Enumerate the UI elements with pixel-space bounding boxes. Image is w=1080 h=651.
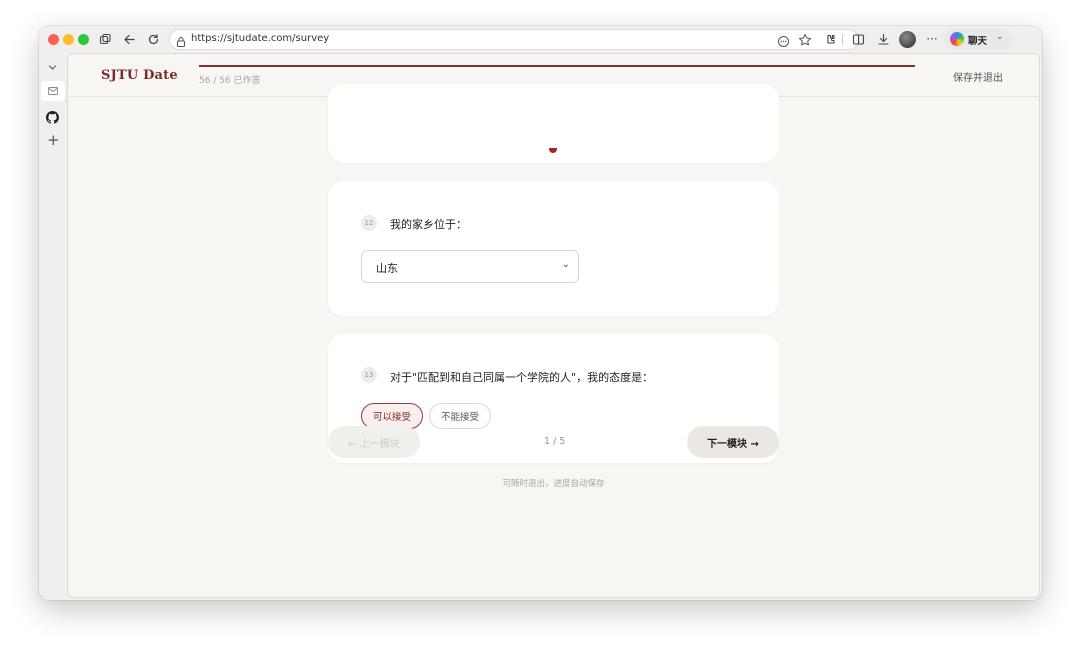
collapse-chevron-icon[interactable] [47,58,58,77]
chat-label: 聊天 [968,36,988,47]
browser-window: https://sjtudate.com/survey ··· 聊天 ⌄ + S… [39,26,1042,600]
question-card-12: 12 我的家乡位于： 山东 ⌄ [328,181,779,316]
question-text: 我的家乡位于： [390,218,467,231]
extensions-icon[interactable] [822,31,838,47]
slider-thumb-partial[interactable] [549,148,557,153]
close-window-button[interactable] [48,34,59,45]
copilot-icon [950,32,964,46]
next-module-button[interactable]: 下一模块 → [687,426,779,458]
page-indicator: 1 / 5 [544,436,566,447]
more-menu-icon[interactable]: ··· [924,31,940,47]
page-viewport: SJTU Date 56 / 56 已作答 保存并退出 12 我的家乡位于： 山… [67,53,1040,598]
split-screen-icon[interactable] [850,31,866,47]
address-bar[interactable]: https://sjtudate.com/survey [169,29,859,50]
url-text: https://sjtudate.com/survey [191,33,330,44]
github-icon[interactable] [46,109,59,128]
lock-icon [176,33,186,52]
profile-avatar[interactable] [899,31,916,48]
download-icon[interactable] [875,31,891,47]
question-text: 对于"匹配到和自己同属一个学院的人"，我的态度是： [390,371,654,384]
tab-mail[interactable] [41,81,65,101]
site-logo[interactable]: SJTU Date [101,68,178,83]
vertical-tabs-sidebar: + [39,53,67,600]
option-reject[interactable]: 不能接受 [429,403,491,429]
favorite-star-icon[interactable] [798,32,812,51]
chevron-down-icon: ⌄ [561,259,570,270]
question-number: 12 [361,215,377,231]
minimize-window-button[interactable] [63,34,74,45]
chevron-down-icon: ⌄ [996,32,1004,42]
autosave-note: 可随时退出，进度自动保存 [502,479,605,489]
new-tab-plus-icon[interactable]: + [47,133,60,148]
progress-track [199,65,915,67]
select-value: 山东 [376,262,398,275]
reload-icon[interactable] [145,31,161,47]
hometown-select[interactable]: 山东 ⌄ [361,250,579,283]
chat-button[interactable]: 聊天 ⌄ [944,29,1012,50]
question-card-previous [328,84,779,163]
tab-overview-icon[interactable] [97,31,113,47]
maximize-window-button[interactable] [78,34,89,45]
reader-more-icon[interactable] [777,33,790,52]
progress-fill [199,65,915,67]
toolbar-divider [842,34,843,45]
browser-toolbar: https://sjtudate.com/survey ··· 聊天 ⌄ [39,26,1042,53]
answered-count: 56 / 56 已作答 [199,76,261,86]
question-number: 13 [361,367,377,383]
prev-module-button[interactable]: ← 上一模块 [328,426,420,458]
save-and-exit-link[interactable]: 保存并退出 [953,69,1003,84]
back-arrow-icon[interactable] [121,31,137,47]
